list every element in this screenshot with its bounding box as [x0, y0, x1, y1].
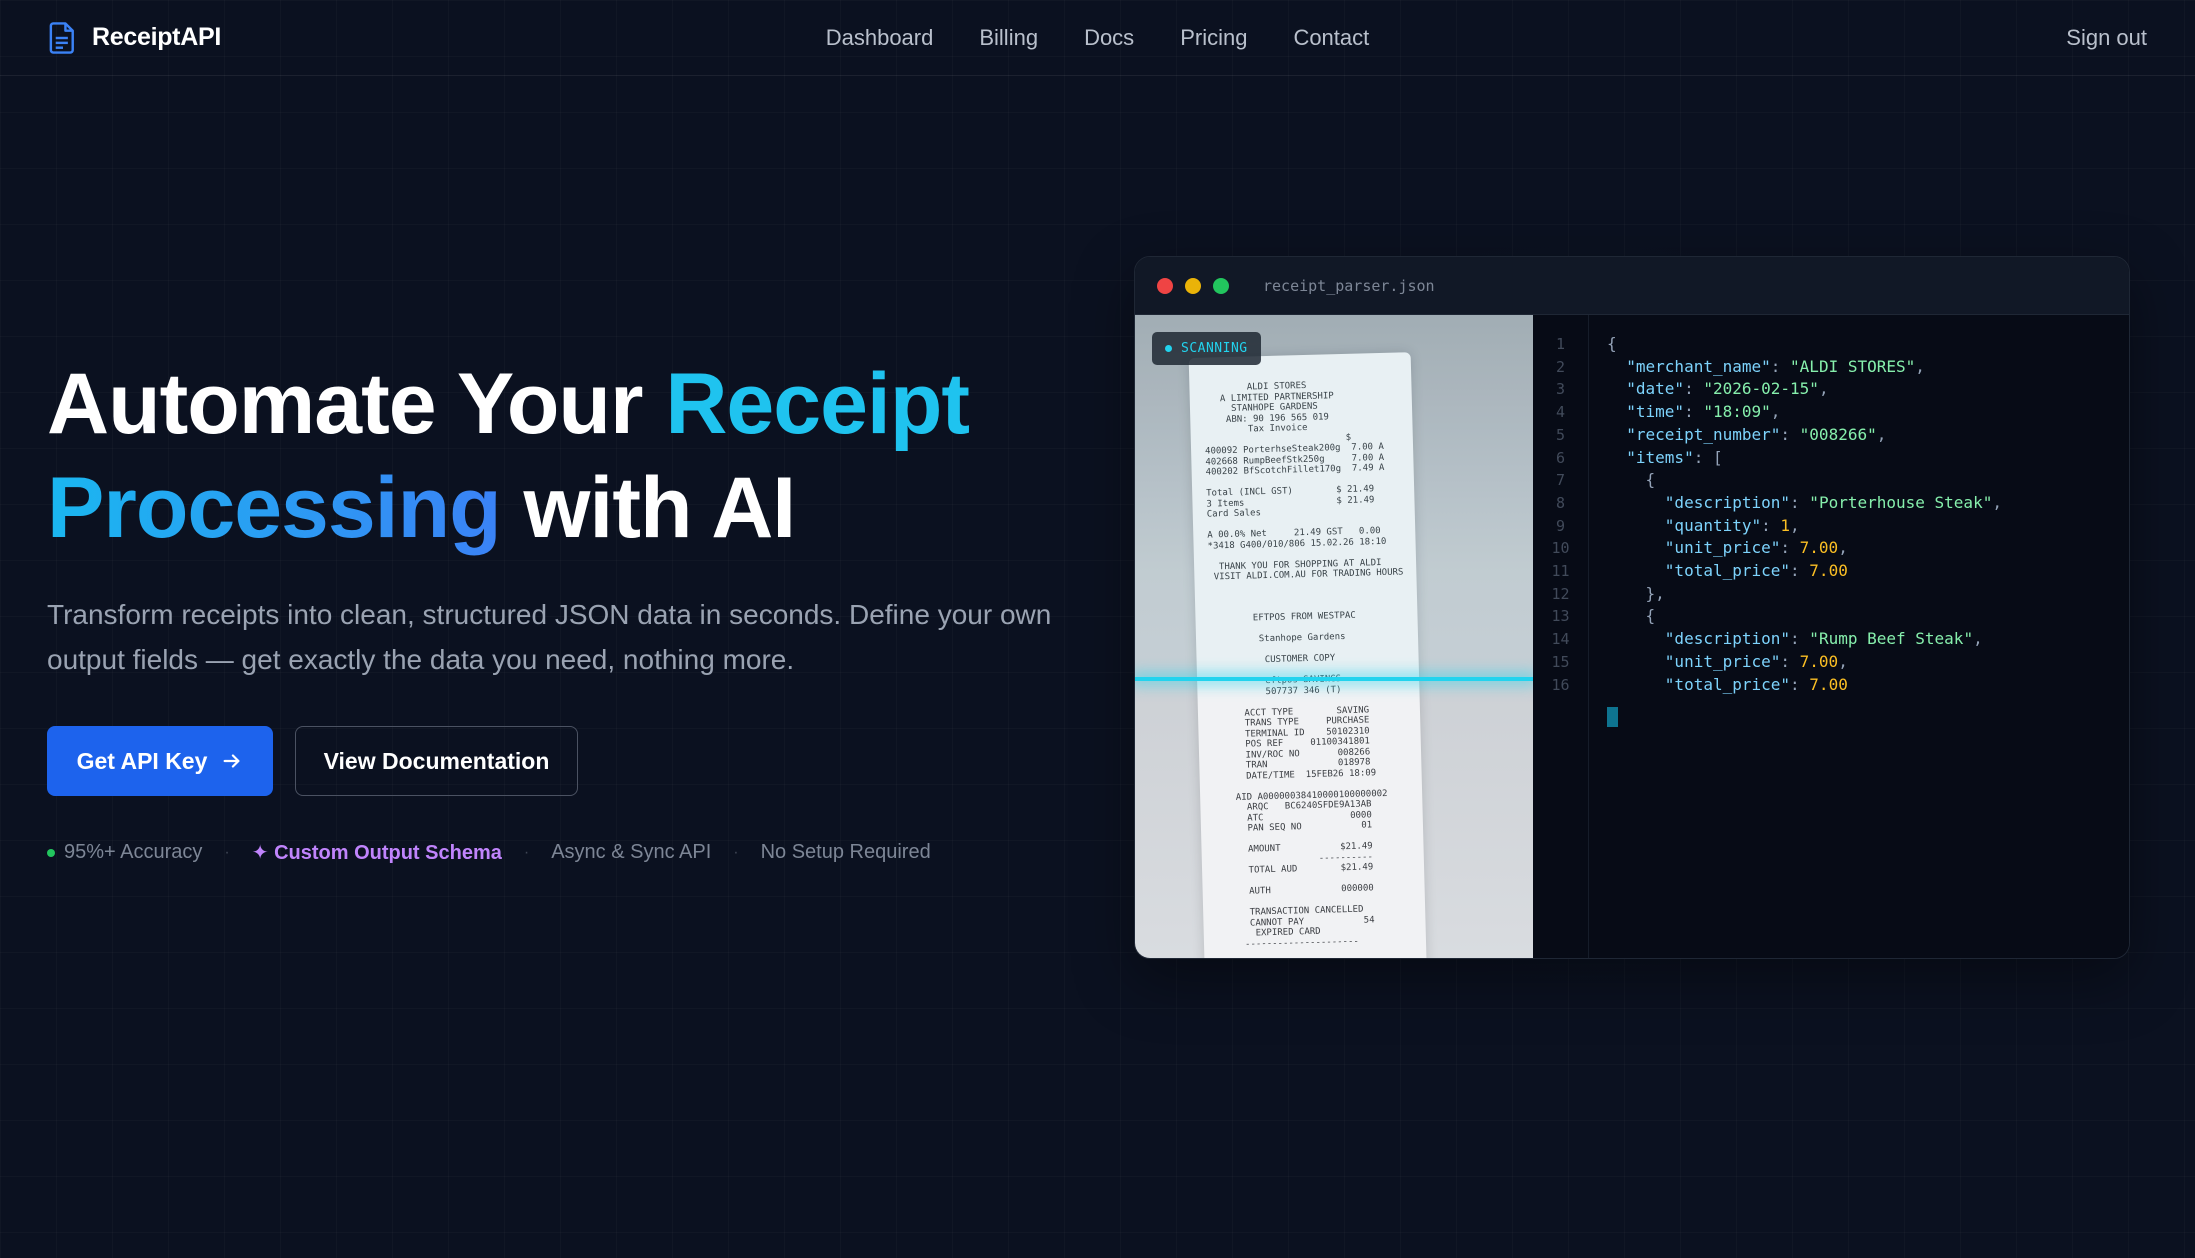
view-documentation-label: View Documentation [323, 747, 550, 774]
json-item1-unit-price: 7.00 [1799, 538, 1839, 558]
scan-tint [1135, 315, 1533, 679]
hero-title-highlight-receipt: Receipt [665, 356, 970, 452]
line-number: 6 [1555, 448, 1566, 467]
hero-title: Automate Your Receipt Processing with AI [47, 352, 1127, 560]
brand-logo[interactable]: ReceiptAPI [48, 21, 221, 55]
brand-name: ReceiptAPI [92, 23, 221, 51]
nav-links: Dashboard Billing Docs Pricing Contact [0, 0, 2195, 76]
json-item2-total-price: 7.00 [1809, 674, 1848, 694]
line-number: 14 [1551, 630, 1570, 649]
line-number: 5 [1555, 425, 1566, 444]
arrow-right-icon [223, 754, 240, 768]
line-number: 2 [1555, 357, 1566, 376]
line-number: 1 [1555, 335, 1566, 353]
json-date: 2026-02-15 [1712, 379, 1810, 399]
nav-link-billing[interactable]: Billing [979, 25, 1038, 51]
nav-link-contact[interactable]: Contact [1293, 25, 1369, 51]
window-titlebar: receipt_parser.json [1135, 257, 2129, 315]
line-number-gutter: 1 2 3 4 5 6 7 8 9 10 11 12 13 14 15 16 [1533, 315, 1589, 958]
close-dot-icon [1157, 277, 1173, 294]
feature-list: 95%+ Accuracy · ✦ Custom Output Schema ·… [47, 840, 931, 865]
line-number: 3 [1555, 380, 1566, 399]
json-output-pane: 1 2 3 4 5 6 7 8 9 10 11 12 13 14 15 16 {… [1533, 315, 2129, 958]
feature-separator: · [523, 843, 530, 861]
minimize-dot-icon [1185, 277, 1201, 294]
scan-line [1135, 677, 1533, 681]
get-api-key-button[interactable]: Get API Key [47, 726, 273, 796]
view-documentation-button[interactable]: View Documentation [295, 726, 578, 796]
receipt-parser-window: receipt_parser.json SCANNING ALDI STORES… [1134, 256, 2130, 959]
hero-title-part2: with AI [500, 460, 797, 556]
json-item1-description: Porterhouse Steak [1818, 492, 1983, 512]
json-item2-description: Rump Beef Steak [1818, 629, 1964, 649]
json-item2-unit-price: 7.00 [1799, 651, 1839, 671]
line-number: 10 [1551, 539, 1570, 558]
json-code: { "merchant_name": "ALDI STORES", "date"… [1607, 334, 2002, 694]
feature-custom-schema: ✦ Custom Output Schema [251, 842, 502, 864]
scanning-label: SCANNING [1181, 341, 1248, 356]
top-nav: ReceiptAPI Dashboard Billing Docs Pricin… [0, 0, 2195, 76]
text-cursor [1607, 707, 1618, 727]
feature-separator: · [224, 843, 230, 861]
line-number: 16 [1551, 675, 1570, 694]
scanning-badge: SCANNING [1152, 332, 1261, 365]
line-number: 9 [1555, 516, 1566, 535]
nav-link-dashboard[interactable]: Dashboard [826, 25, 934, 51]
line-number: 8 [1555, 493, 1566, 512]
get-api-key-label: Get API Key [76, 747, 208, 774]
nav-link-pricing[interactable]: Pricing [1180, 25, 1247, 51]
nav-link-docs[interactable]: Docs [1084, 25, 1134, 51]
feature-no-setup: No Setup Required [760, 841, 931, 863]
line-number: 4 [1555, 403, 1566, 422]
line-number: 7 [1555, 471, 1566, 490]
maximize-dot-icon [1213, 277, 1229, 294]
json-receipt-number: 008266 [1809, 424, 1868, 444]
feature-async-sync: Async & Sync API [551, 841, 712, 863]
sign-out-link[interactable]: Sign out [2066, 25, 2147, 51]
scanning-dot-icon [1165, 345, 1172, 352]
receipt-image: SCANNING ALDI STORES A LIMITED PARTNERSH… [1135, 315, 1533, 958]
json-item1-total-price: 7.00 [1809, 561, 1848, 581]
json-time: 18:09 [1712, 402, 1762, 422]
hero-title-part1: Automate Your [47, 356, 666, 452]
line-number: 15 [1551, 652, 1570, 671]
feature-accuracy: 95%+ Accuracy [47, 841, 202, 864]
line-number: 13 [1551, 607, 1570, 626]
hero-subtitle: Transform receipts into clean, structure… [47, 599, 1052, 675]
json-merchant-name: ALDI STORES [1799, 356, 1906, 376]
green-dot-icon [47, 848, 55, 857]
hero-title-highlight-processing: Processing [47, 460, 502, 556]
document-icon [49, 21, 74, 54]
line-number: 11 [1551, 562, 1570, 581]
feature-accuracy-label: 95%+ Accuracy [64, 841, 203, 863]
feature-separator: · [733, 843, 739, 861]
json-item1-quantity: 1 [1780, 515, 1791, 535]
window-filename: receipt_parser.json [1263, 276, 1435, 295]
line-number: 12 [1551, 584, 1570, 603]
